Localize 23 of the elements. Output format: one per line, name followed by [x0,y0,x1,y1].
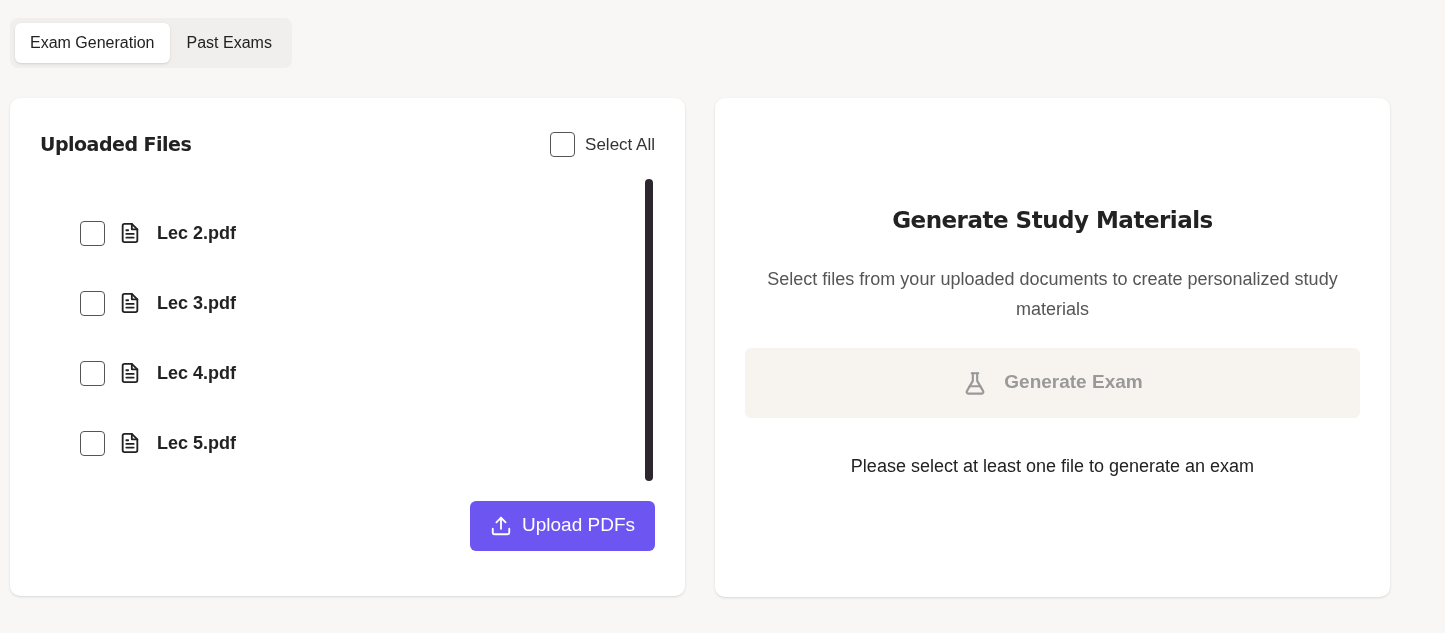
hint-text: Please select at least one file to generate an exam [850,454,1255,478]
document-icon [119,431,141,455]
select-all-label: Select All [585,133,655,156]
card-title: Generate Study Materials [892,206,1213,235]
file-checkbox[interactable] [80,290,105,316]
file-checkbox[interactable] [80,360,105,386]
file-checkbox[interactable] [80,430,105,456]
file-name: Lec 3.pdf [157,291,236,315]
select-all-checkbox[interactable] [550,131,576,157]
card-title: Uploaded Files [40,132,192,157]
document-icon [119,221,141,245]
generate-exam-button: Generate Exam [745,347,1360,418]
file-name: Lec 2.pdf [157,221,236,245]
description: Select files from your uploaded documents to create personalized study materials [766,267,1339,321]
upload-icon [490,514,512,537]
document-icon [119,291,141,315]
file-checkbox[interactable] [80,220,105,246]
file-name: Lec 5.pdf [157,431,236,455]
document-icon [119,361,141,385]
file-name: Lec 4.pdf [157,361,236,385]
tab[interactable]: Exam Generation [15,23,170,63]
tab[interactable]: Past Exams [171,23,287,63]
upload-button[interactable]: Upload PDFs [470,500,655,551]
